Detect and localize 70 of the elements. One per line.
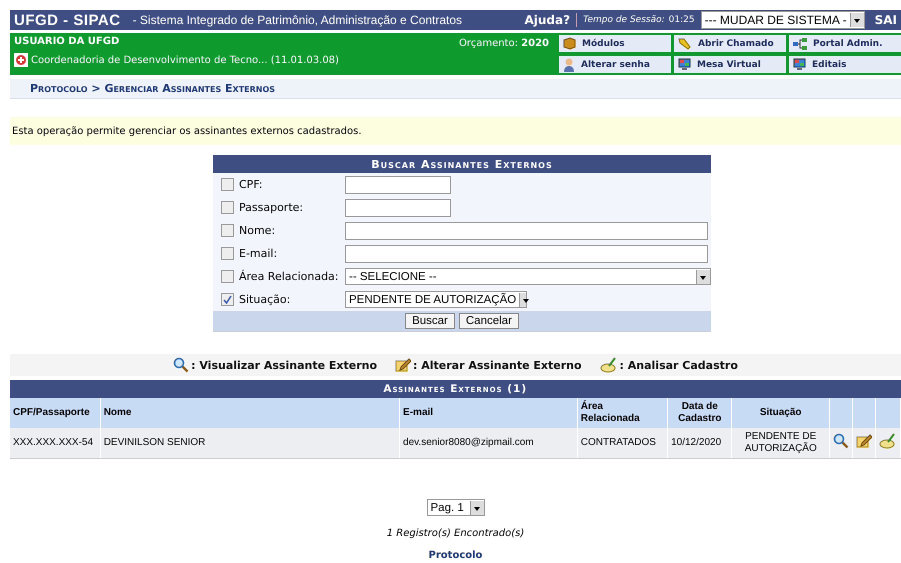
package-icon: [563, 37, 576, 50]
legend-label: : Analisar Cadastro: [620, 358, 738, 372]
checkbox[interactable]: [221, 178, 234, 191]
column-header: Área Relacionada: [577, 398, 668, 428]
magnifier-icon[interactable]: [173, 357, 190, 373]
table-cell: XXX.XXX.XXX-54: [10, 428, 100, 458]
cancel-button[interactable]: Cancelar: [458, 313, 519, 329]
field-label: CPF:: [239, 178, 264, 191]
shortcut-link[interactable]: Módulos: [559, 35, 671, 52]
text-field[interactable]: [345, 198, 451, 216]
network-icon: [793, 38, 807, 50]
search-button[interactable]: Buscar: [405, 313, 455, 329]
shortcut-link[interactable]: Editais: [789, 56, 901, 73]
dropdown[interactable]: -- SELECIONE --: [345, 268, 711, 285]
text-field[interactable]: [345, 244, 708, 262]
column-header: Nome: [100, 398, 400, 428]
user-name: USUARIO DA UFGD: [14, 36, 120, 47]
table-cell: dev.senior8080@zipmail.com: [400, 428, 578, 458]
monitor-icon: [793, 58, 806, 71]
module-link[interactable]: Protocolo: [428, 550, 482, 561]
form-title: Buscar Assinantes Externos: [213, 155, 711, 173]
edit-note-icon[interactable]: [395, 357, 412, 373]
field-label: Situação:: [239, 293, 292, 306]
shortcut-link[interactable]: Alterar senha: [559, 56, 671, 73]
shortcut-link[interactable]: Portal Admin.: [789, 35, 901, 52]
magnifier-icon[interactable]: [832, 433, 849, 449]
field-label: E-mail:: [239, 247, 278, 260]
broom-dish-icon[interactable]: [878, 433, 897, 449]
dropdown[interactable]: PENDENTE DE AUTORIZAÇÃO: [345, 291, 527, 308]
shortcut-link[interactable]: Abrir Chamado: [674, 35, 786, 52]
page-dropdown[interactable]: Pag. 1: [426, 499, 484, 516]
column-header: CPF/Passaporte: [10, 398, 100, 428]
broom-dish-icon[interactable]: [600, 357, 618, 373]
field-label: Área Relacionada:: [239, 270, 340, 283]
exit-link[interactable]: SAI: [874, 13, 897, 27]
table-cell: DEVINILSON SENIOR: [100, 428, 400, 458]
table-cell: 10/12/2020: [668, 428, 732, 458]
edit-note-icon[interactable]: [856, 433, 872, 449]
app-title: UFGD - SIPAC: [14, 12, 121, 28]
monitor-icon: [678, 58, 691, 71]
checkbox[interactable]: [221, 224, 234, 237]
column-header: Situação: [732, 398, 830, 428]
person-icon: [563, 58, 575, 72]
unit-icon: [14, 53, 28, 67]
system-dropdown[interactable]: --- MUDAR DE SISTEMA -: [700, 11, 865, 29]
column-header: Data de Cadastro: [668, 398, 732, 428]
table-title: Assinantes Externos (1): [10, 380, 900, 398]
record-count: 1 Registro(s) Encontrado(s): [386, 528, 526, 539]
checkbox[interactable]: [221, 247, 234, 260]
session-timer: Tempo de Sessão: 01:25: [583, 15, 695, 25]
info-message: Esta operação permite gerenciar os assinantes externos cadastrados.: [10, 117, 901, 145]
checkbox[interactable]: [221, 270, 234, 283]
text-field[interactable]: [345, 222, 708, 240]
budget-year: Orçamento: 2020: [458, 37, 550, 51]
legend-label: : Visualizar Assinante Externo: [191, 358, 378, 372]
field-label: Passaporte:: [239, 201, 304, 214]
unit-name: Coordenadoria de Desenvolvimento de Tecno... (11.01.03.08): [31, 54, 339, 66]
help-link[interactable]: Ajuda?: [524, 13, 578, 27]
legend-label: : Alterar Assinante Externo: [413, 358, 582, 372]
column-header: E-mail: [400, 398, 578, 428]
flashlight-icon: [678, 37, 692, 50]
text-field[interactable]: [345, 176, 451, 194]
checkbox[interactable]: [221, 201, 234, 214]
field-label: Nome:: [239, 224, 276, 237]
table-cell: PENDENTE DE AUTORIZAÇÃO: [732, 428, 830, 458]
breadcrumb: Protocolo > Gerenciar Assinantes Externos: [10, 79, 901, 99]
app-subtitle: - Sistema Integrado de Patrimônio, Administração e Contratos: [132, 13, 464, 27]
shortcut-link[interactable]: Mesa Virtual: [674, 56, 786, 73]
table-cell: CONTRATADOS: [577, 428, 668, 458]
checkbox[interactable]: [221, 293, 234, 306]
